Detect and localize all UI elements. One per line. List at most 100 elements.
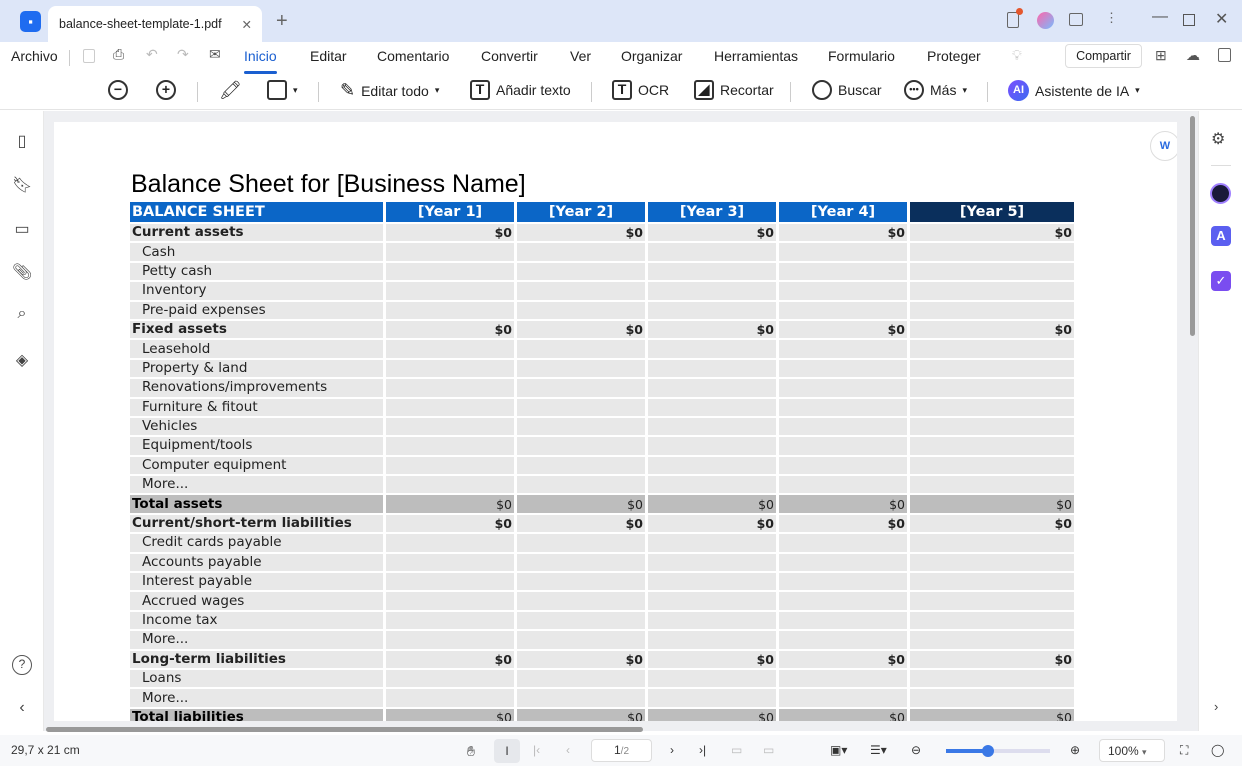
value-cell[interactable] bbox=[386, 592, 514, 610]
value-cell[interactable] bbox=[386, 243, 514, 261]
menu-organizar[interactable]: Organizar bbox=[621, 48, 682, 64]
fullscreen-icon[interactable]: ⛶ bbox=[1180, 743, 1188, 758]
redo-icon[interactable]: ↷ bbox=[177, 46, 189, 63]
value-cell[interactable] bbox=[386, 359, 514, 378]
value-cell[interactable] bbox=[910, 379, 1074, 397]
add-text-button[interactable]: T Añadir texto bbox=[470, 80, 571, 100]
value-cell[interactable] bbox=[648, 398, 776, 416]
value-cell[interactable] bbox=[910, 262, 1074, 281]
email-icon[interactable]: ✉ bbox=[209, 46, 221, 63]
new-tab-button[interactable]: + bbox=[276, 10, 288, 33]
value-cell[interactable] bbox=[910, 398, 1074, 416]
value-cell[interactable] bbox=[386, 437, 514, 455]
page-number-input[interactable]: 1/2 bbox=[591, 739, 652, 762]
checklist-icon[interactable]: ✓ bbox=[1211, 271, 1231, 291]
menu-herramientas[interactable]: Herramientas bbox=[714, 48, 798, 64]
search-button[interactable]: Buscar bbox=[812, 80, 882, 100]
value-cell[interactable] bbox=[386, 262, 514, 281]
value-cell[interactable] bbox=[517, 631, 645, 649]
collapse-left-icon[interactable]: ‹ bbox=[12, 699, 32, 717]
value-cell[interactable]: $0 bbox=[779, 708, 907, 721]
value-cell[interactable] bbox=[386, 456, 514, 475]
value-cell[interactable] bbox=[648, 437, 776, 455]
close-tab-icon[interactable]: ✕ bbox=[242, 17, 252, 32]
value-cell[interactable] bbox=[779, 669, 907, 688]
convert-to-word-icon[interactable]: W bbox=[1150, 131, 1177, 161]
menu-ver[interactable]: Ver bbox=[570, 48, 591, 64]
value-cell[interactable]: $0 bbox=[910, 495, 1074, 513]
value-cell[interactable] bbox=[779, 417, 907, 436]
value-cell[interactable] bbox=[910, 553, 1074, 572]
value-cell[interactable] bbox=[910, 437, 1074, 455]
lightbulb-icon[interactable]: 💡︎ bbox=[1012, 47, 1022, 64]
value-cell[interactable]: $0 bbox=[386, 650, 514, 668]
value-cell[interactable] bbox=[648, 379, 776, 397]
value-cell[interactable]: $0 bbox=[648, 495, 776, 513]
value-cell[interactable] bbox=[517, 592, 645, 610]
value-cell[interactable] bbox=[517, 243, 645, 261]
layers-icon[interactable]: ◈ bbox=[12, 350, 32, 370]
menu-convertir[interactable]: Convertir bbox=[481, 48, 538, 64]
value-cell[interactable]: $0 bbox=[910, 320, 1074, 339]
value-cell[interactable]: $0 bbox=[386, 224, 514, 242]
value-cell[interactable] bbox=[386, 379, 514, 397]
value-cell[interactable]: $0 bbox=[648, 708, 776, 721]
value-cell[interactable] bbox=[910, 611, 1074, 630]
value-cell[interactable]: $0 bbox=[648, 224, 776, 242]
collapse-ribbon-icon[interactable] bbox=[1218, 48, 1231, 62]
value-cell[interactable] bbox=[386, 398, 514, 416]
save-icon[interactable] bbox=[83, 49, 95, 63]
value-cell[interactable] bbox=[517, 553, 645, 572]
value-cell[interactable] bbox=[648, 611, 776, 630]
value-cell[interactable] bbox=[517, 611, 645, 630]
zoom-slider-handle[interactable] bbox=[981, 745, 994, 757]
value-cell[interactable] bbox=[648, 476, 776, 494]
highlight-button[interactable]: 🖍︎ bbox=[219, 80, 242, 101]
value-cell[interactable] bbox=[779, 573, 907, 591]
value-cell[interactable] bbox=[517, 379, 645, 397]
menu-archivo[interactable]: Archivo bbox=[11, 48, 58, 64]
value-cell[interactable] bbox=[648, 243, 776, 261]
value-cell[interactable]: $0 bbox=[517, 495, 645, 513]
maximize-button[interactable] bbox=[1183, 14, 1195, 26]
value-cell[interactable]: $0 bbox=[910, 650, 1074, 668]
value-cell[interactable] bbox=[517, 262, 645, 281]
value-cell[interactable] bbox=[517, 398, 645, 416]
value-cell[interactable] bbox=[910, 282, 1074, 300]
value-cell[interactable]: $0 bbox=[517, 708, 645, 721]
zoom-in-icon[interactable]: ⊕ bbox=[1070, 743, 1080, 757]
value-cell[interactable] bbox=[386, 282, 514, 300]
value-cell[interactable] bbox=[386, 340, 514, 358]
value-cell[interactable] bbox=[910, 456, 1074, 475]
value-cell[interactable] bbox=[779, 437, 907, 455]
pages-icon[interactable]: ▯ bbox=[12, 131, 32, 151]
value-cell[interactable] bbox=[517, 534, 645, 552]
value-cell[interactable] bbox=[517, 282, 645, 300]
menu-proteger[interactable]: Proteger bbox=[927, 48, 981, 64]
value-cell[interactable] bbox=[648, 534, 776, 552]
rotate-right-icon[interactable]: ▭ bbox=[763, 743, 774, 757]
horizontal-scrollbar[interactable] bbox=[46, 727, 643, 732]
value-cell[interactable] bbox=[386, 534, 514, 552]
rotate-left-icon[interactable]: ▭ bbox=[731, 743, 742, 757]
search-icon[interactable]: ⌕ bbox=[12, 305, 32, 323]
value-cell[interactable] bbox=[910, 340, 1074, 358]
value-cell[interactable] bbox=[910, 631, 1074, 649]
value-cell[interactable] bbox=[648, 282, 776, 300]
settings-circle-icon[interactable]: ◯ bbox=[1211, 743, 1224, 757]
value-cell[interactable] bbox=[517, 417, 645, 436]
value-cell[interactable] bbox=[648, 573, 776, 591]
value-cell[interactable]: $0 bbox=[910, 224, 1074, 242]
value-cell[interactable] bbox=[386, 631, 514, 649]
value-cell[interactable] bbox=[648, 359, 776, 378]
value-cell[interactable] bbox=[779, 553, 907, 572]
document-tab[interactable]: balance-sheet-template-1.pdf ✕ bbox=[48, 6, 262, 42]
value-cell[interactable]: $0 bbox=[648, 650, 776, 668]
value-cell[interactable] bbox=[517, 437, 645, 455]
value-cell[interactable] bbox=[517, 689, 645, 707]
value-cell[interactable]: $0 bbox=[517, 320, 645, 339]
value-cell[interactable]: $0 bbox=[779, 224, 907, 242]
value-cell[interactable] bbox=[779, 631, 907, 649]
value-cell[interactable] bbox=[910, 592, 1074, 610]
notification-icon[interactable] bbox=[1007, 8, 1023, 28]
